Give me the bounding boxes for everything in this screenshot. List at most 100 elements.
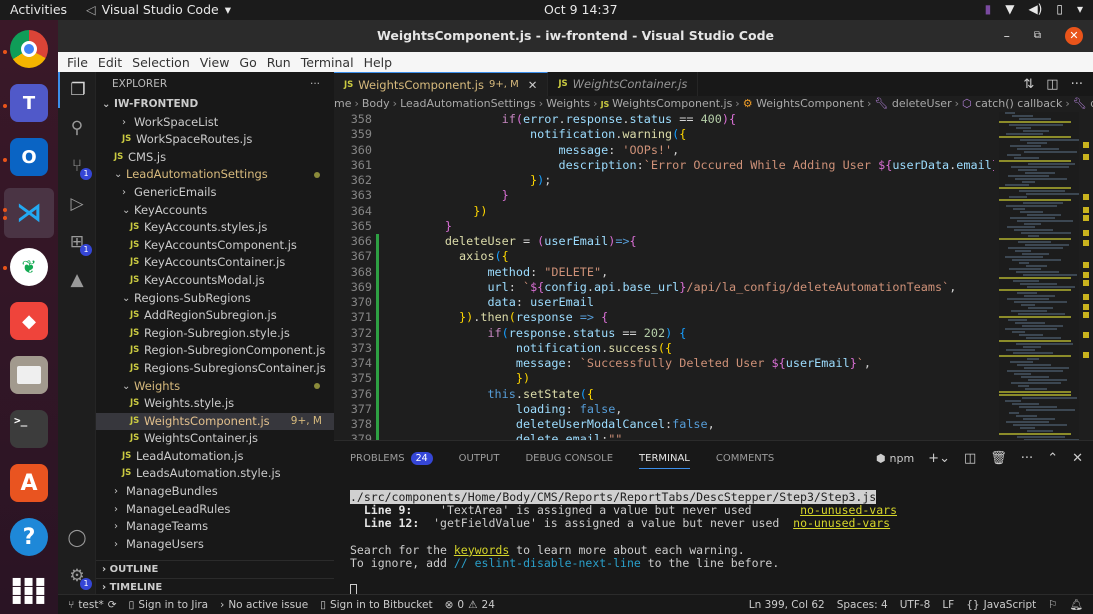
breadcrumb-item[interactable]: deleteUser <box>892 97 952 110</box>
cursor-position[interactable]: Ln 399, Col 62 <box>743 598 831 611</box>
tree-file[interactable]: JS Regions-SubregionsContainer.js <box>96 360 334 378</box>
code-line[interactable]: 362 }); <box>334 173 994 188</box>
workspace-root[interactable]: ⌄ IW-FRONTEND <box>96 96 334 114</box>
sync-icon[interactable]: ⟳ <box>108 599 117 611</box>
split-terminal-icon[interactable]: ◫ <box>964 451 976 466</box>
settings-gear-icon[interactable]: ⚙ 1 <box>58 558 96 594</box>
bitbucket-status[interactable]: ▯ Sign in to Bitbucket <box>314 599 438 611</box>
notifications-bell-icon[interactable]: 🔔︎ <box>1064 598 1093 611</box>
warning-rule-link[interactable]: no-unused-vars <box>800 503 897 517</box>
tab-weights-container[interactable]: JS WeightsContainer.js <box>548 72 699 96</box>
breadcrumb-item[interactable]: Body <box>362 97 390 110</box>
end-of-line[interactable]: LF <box>936 598 960 611</box>
feedback-icon[interactable]: ⚐ <box>1042 598 1063 611</box>
tree-file[interactable]: JS WorkSpaceRoutes.js <box>96 131 334 149</box>
code-line[interactable]: 369 url: `${config.api.base_url}/api/la_… <box>334 279 994 296</box>
vscode-icon[interactable]: ⋊ <box>10 194 48 232</box>
tree-file[interactable]: JS WeightsComponent.js 9+, M <box>96 412 334 431</box>
code-line[interactable]: 368 method: "DELETE", <box>334 264 994 281</box>
extensions-icon[interactable]: ⊞ 1 <box>58 224 96 260</box>
new-terminal-icon[interactable]: +⌄ <box>928 451 950 466</box>
files-icon[interactable] <box>10 356 48 394</box>
tree-file[interactable]: JS Region-SubregionComponent.js <box>96 342 334 360</box>
editor-more-icon[interactable]: ··· <box>1071 77 1083 92</box>
kill-terminal-icon[interactable]: 🗑 <box>990 451 1007 466</box>
code-line[interactable]: 365 } <box>334 219 994 234</box>
code-line[interactable]: 358 if(error.response.status == 400){ <box>334 112 994 127</box>
tree-folder[interactable]: ⌄ Weights <box>96 378 334 396</box>
anydesk-icon[interactable]: ◆ <box>10 302 48 340</box>
panel-tab-output[interactable]: OUTPUT <box>459 441 500 475</box>
indicator-icon[interactable]: ▮ <box>985 2 992 16</box>
app-menu[interactable]: ◁ Visual Studio Code ▾ <box>86 2 231 17</box>
tab-weights-component[interactable]: JS WeightsComponent.js 9+, M ✕ <box>334 72 549 97</box>
panel-more-icon[interactable]: ··· <box>1021 451 1033 466</box>
tree-file[interactable]: JS WeightsContainer.js <box>96 430 334 448</box>
menu-run[interactable]: Run <box>262 55 296 70</box>
volume-icon[interactable]: ◀) <box>1028 2 1042 16</box>
code-line[interactable]: 360 message: 'OOPs!', <box>334 143 994 158</box>
menu-view[interactable]: View <box>195 55 235 70</box>
language-mode[interactable]: {} JavaScript <box>960 598 1042 611</box>
tree-folder[interactable]: › GenericEmails <box>96 184 334 202</box>
breadcrumb-item[interactable]: WeightsComponent.js <box>612 97 732 110</box>
breadcrumb-item[interactable]: catch() callback <box>975 97 1062 110</box>
code-line[interactable]: 366 deleteUser = (userEmail)=>{ <box>334 234 994 250</box>
breadcrumb-item[interactable]: WeightsComponent <box>756 97 864 110</box>
system-tray[interactable]: ▮ ▼ ◀) ▯ ▾ <box>985 2 1083 16</box>
panel-tab-problems[interactable]: PROBLEMS 24 <box>350 441 433 475</box>
source-control-icon[interactable]: ⑂ 1 <box>58 148 96 184</box>
atlassian-icon[interactable]: ▲ <box>58 262 96 298</box>
tree-file[interactable]: JS CMS.js <box>96 149 334 167</box>
tree-folder[interactable]: › WorkSpaceList <box>96 114 334 132</box>
tree-file[interactable]: JS Weights.style.js <box>96 395 334 413</box>
code-line[interactable]: 373 notification.success({ <box>334 340 994 357</box>
tree-folder[interactable]: ⌄ KeyAccounts <box>96 202 334 220</box>
tree-file[interactable]: JS KeyAccountsContainer.js <box>96 254 334 272</box>
warning-rule-link[interactable]: no-unused-vars <box>793 516 890 530</box>
code-line[interactable]: 364 }) <box>334 204 994 219</box>
maximize-panel-icon[interactable]: ⌃ <box>1047 451 1058 466</box>
close-tab-icon[interactable]: ✕ <box>528 73 538 97</box>
code-line[interactable]: 361 description:`Error Occured While Add… <box>334 158 994 173</box>
code-line[interactable]: 377 loading: false, <box>334 401 994 418</box>
software-center-icon[interactable]: A <box>10 464 48 502</box>
open-changes-icon[interactable]: ⇅ <box>1023 77 1034 92</box>
code-line[interactable]: 363 } <box>334 188 994 203</box>
indentation[interactable]: Spaces: 4 <box>831 598 894 611</box>
close-panel-icon[interactable]: ✕ <box>1072 451 1083 466</box>
breadcrumb-item[interactable]: LeadAutomationSettings <box>400 97 536 110</box>
explorer-more-button[interactable]: ··· <box>310 72 320 96</box>
tree-file[interactable]: JS Region-Subregion.style.js <box>96 325 334 343</box>
encoding[interactable]: UTF-8 <box>894 598 937 611</box>
tree-file[interactable]: JS LeadAutomation.js <box>96 448 334 466</box>
tree-file[interactable]: JS AddRegionSubregion.js <box>96 307 334 325</box>
app-grid-icon[interactable]: ▪▪▪ ▪▪▪ ▪▪▪ <box>10 570 48 608</box>
code-line[interactable]: 376 this.setState({ <box>334 386 994 403</box>
panel-tab-debug-console[interactable]: DEBUG CONSOLE <box>525 441 613 475</box>
menu-help[interactable]: Help <box>359 55 398 70</box>
explorer-icon[interactable]: ❐ <box>58 72 96 108</box>
tree-folder[interactable]: › ManageTeams <box>96 518 334 536</box>
wifi-icon[interactable]: ▼ <box>1005 2 1014 16</box>
menu-terminal[interactable]: Terminal <box>296 55 359 70</box>
outline-section[interactable]: › OUTLINE <box>96 560 334 578</box>
code-line[interactable]: 359 notification.warning({ <box>334 127 994 142</box>
tree-folder[interactable]: ⌄ Regions-SubRegions <box>96 290 334 308</box>
terminal-selector[interactable]: ⬢ npm <box>876 452 914 465</box>
terminal-icon[interactable]: >_ <box>10 410 48 448</box>
split-editor-icon[interactable]: ◫ <box>1046 77 1058 92</box>
tree-file[interactable]: JS KeyAccounts.styles.js <box>96 219 334 237</box>
minimize-button[interactable]: – <box>1004 20 1010 52</box>
tree-file[interactable]: JS KeyAccountsModal.js <box>96 272 334 290</box>
maximize-button[interactable]: ⧉ <box>1034 20 1041 52</box>
run-debug-icon[interactable]: ▷ <box>58 186 96 222</box>
issue-status[interactable]: › No active issue <box>214 599 314 611</box>
search-icon[interactable]: ⚲ <box>58 110 96 146</box>
mongodb-icon[interactable]: ❦ <box>10 248 48 286</box>
code-line[interactable]: 367 axios({ <box>334 249 994 265</box>
teams-icon[interactable]: T <box>10 84 48 122</box>
menu-selection[interactable]: Selection <box>127 55 195 70</box>
tree-file[interactable]: JS KeyAccountsComponent.js <box>96 237 334 255</box>
close-window-button[interactable]: ✕ <box>1065 27 1083 45</box>
